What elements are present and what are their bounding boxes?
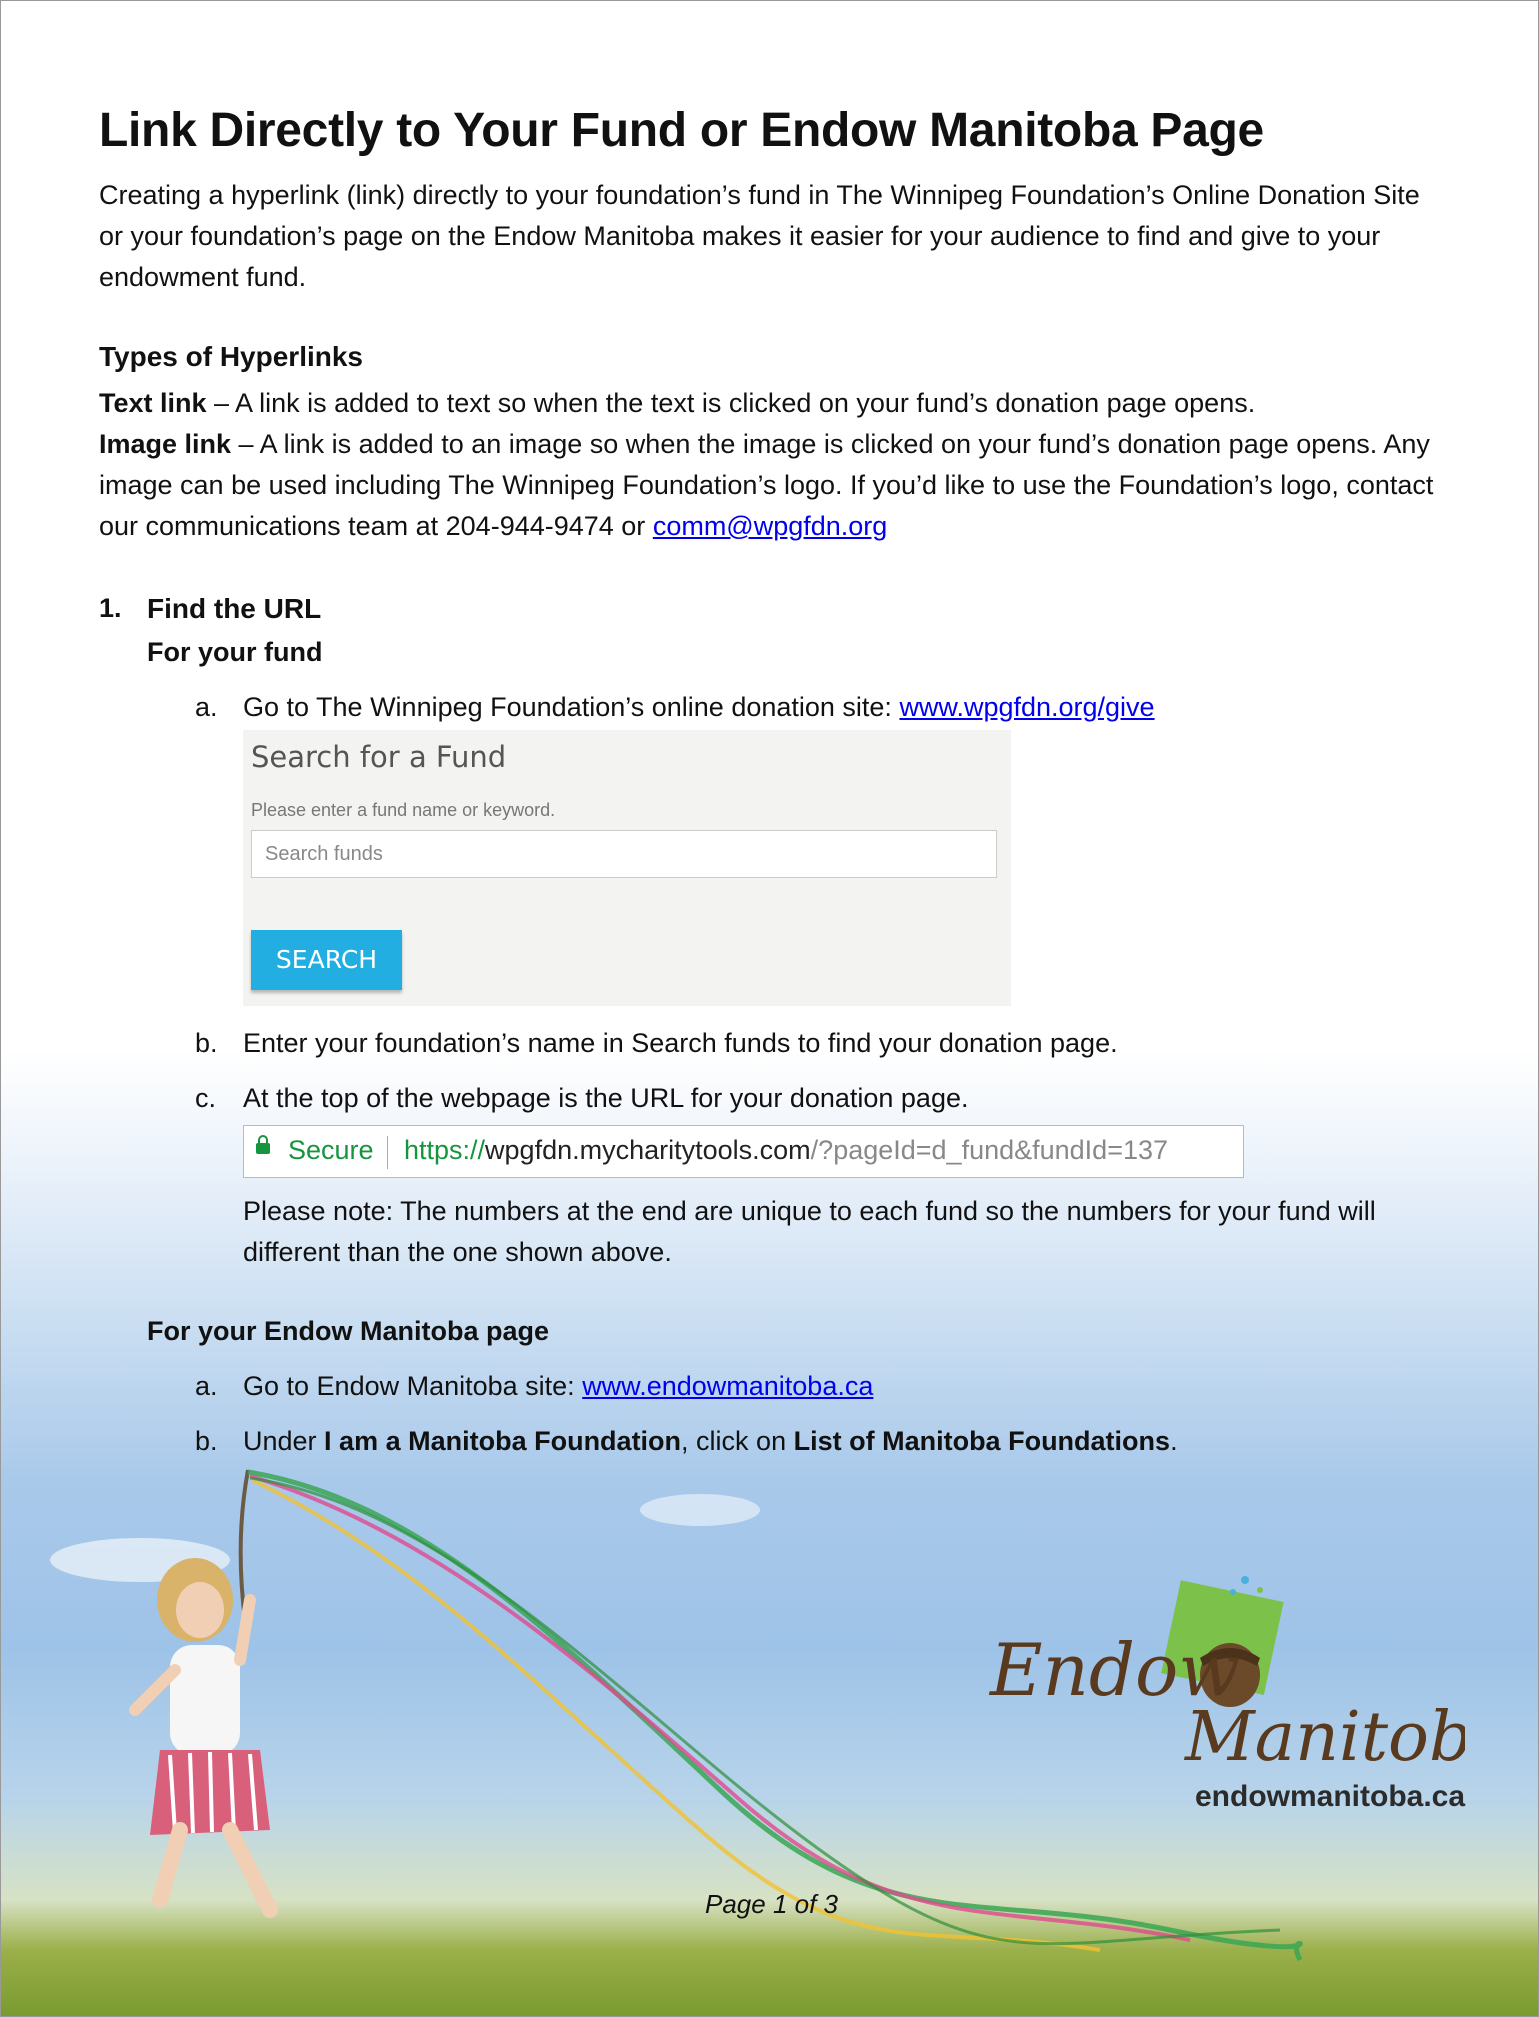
endow-item-b-pre: Under <box>243 1426 325 1456</box>
intro-paragraph: Creating a hyperlink (link) directly to … <box>99 180 1420 292</box>
page-title: Link Directly to Your Fund or Endow Mani… <box>99 104 1264 157</box>
search-button[interactable]: SEARCH <box>251 930 402 990</box>
give-link[interactable]: www.wpgfdn.org/give <box>899 692 1154 722</box>
endow-site-link[interactable]: www.endowmanitoba.ca <box>582 1371 873 1401</box>
for-endow-subheading: For your Endow Manitoba page <box>147 1316 550 1346</box>
email-link[interactable]: comm@wpgfdn.org <box>653 511 888 541</box>
endow-item-a-text: Go to Endow Manitoba site: www.endowmani… <box>243 1371 873 1402</box>
url-path: /?pageId=d_fund&fundId=137 <box>810 1135 1169 1165</box>
url-note: Please note: The numbers at the end are … <box>243 1196 1376 1267</box>
text-link-paragraph: Text link – A link is added to text so w… <box>99 383 1439 424</box>
endow-item-b-text: Under I am a Manitoba Foundation, click … <box>243 1426 1178 1457</box>
page-number: Page 1 of 3 <box>705 1889 838 1919</box>
search-hint: Please enter a fund name or keyword. <box>251 800 556 820</box>
url-scheme: https:// <box>404 1135 486 1165</box>
url-text: https://wpgfdn.mycharitytools.com/?pageI… <box>404 1135 1168 1166</box>
search-input[interactable]: Search funds <box>251 830 997 878</box>
endow-item-b-bold1: I am a Manitoba Foundation <box>324 1426 682 1456</box>
step-number: 1. <box>99 593 122 623</box>
types-heading: Types of Hyperlinks <box>99 341 364 372</box>
search-title: Search for a Fund <box>251 740 507 774</box>
logo-word-manitoba: Manitoba <box>1183 1698 1465 1777</box>
secure-label: Secure <box>288 1135 374 1165</box>
item-b-letter: b. <box>195 1028 218 1058</box>
text-link-label: Text link <box>99 388 207 418</box>
endow-item-a-label: Go to Endow Manitoba site: <box>243 1371 583 1401</box>
browser-url-bar-screenshot: Secure https://wpgfdn.mycharitytools.com… <box>243 1125 1244 1178</box>
endow-item-a-letter: a. <box>195 1371 218 1401</box>
endow-item-b-mid: , click on <box>681 1426 794 1456</box>
for-fund-subheading: For your fund <box>147 637 323 667</box>
item-c-text: At the top of the webpage is the URL for… <box>243 1083 969 1113</box>
step-heading: Find the URL <box>147 593 322 624</box>
item-c-letter: c. <box>195 1083 217 1113</box>
image-link-label: Image link <box>99 429 232 459</box>
item-a-label: Go to The Winnipeg Foundation’s online d… <box>243 692 900 722</box>
running-girl-illustration <box>129 1558 278 1918</box>
item-b-text: Enter your foundation’s name in Search f… <box>243 1028 1118 1058</box>
item-a-text: Go to The Winnipeg Foundation’s online d… <box>243 692 1155 723</box>
item-a-letter: a. <box>195 692 218 722</box>
lock-icon <box>256 1135 270 1154</box>
logo-site-text: endowmanitoba.ca <box>1195 1780 1466 1813</box>
text-link-desc: – A link is added to text so when the te… <box>206 388 1256 418</box>
search-fund-screenshot: Search for a Fund Please enter a fund na… <box>243 730 1011 1006</box>
endow-item-b-letter: b. <box>195 1426 218 1456</box>
image-link-paragraph: Image link – A link is added to an image… <box>99 424 1439 547</box>
url-separator <box>387 1136 388 1169</box>
endow-item-b-bold2: List of Manitoba Foundations <box>793 1426 1171 1456</box>
endow-item-b-end: . <box>1170 1426 1178 1456</box>
url-host: wpgfdn.mycharitytools.com <box>485 1135 811 1165</box>
